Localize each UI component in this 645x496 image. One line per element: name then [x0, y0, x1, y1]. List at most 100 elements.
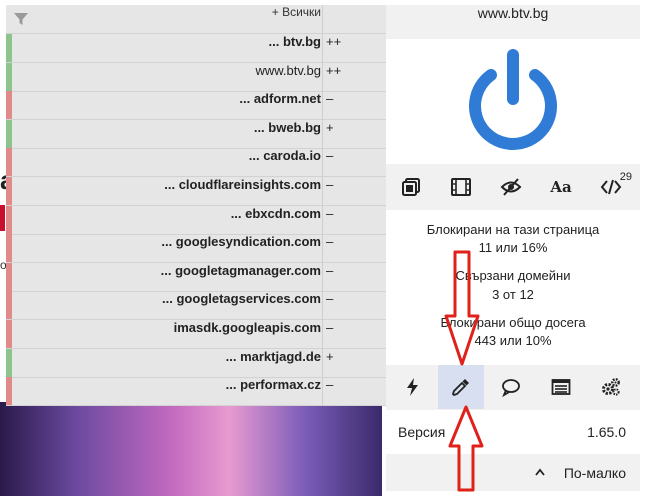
allowed-indicator [6, 348, 12, 377]
show-less-button[interactable]: По-малко [386, 455, 640, 491]
allowed-indicator [6, 62, 12, 91]
popup-actions [386, 365, 640, 409]
gears-icon [602, 378, 620, 396]
allowed-indicator [6, 119, 12, 148]
domain-row[interactable]: ... btv.bg ++ [6, 34, 386, 63]
blocked-indicator [6, 91, 12, 120]
script-count-badge: 29 [619, 171, 632, 183]
blocking-stats: Блокирани на тази страница 11 или 16% Св… [386, 210, 640, 365]
domain-name: ... googlesyndication.com [161, 234, 321, 250]
domain-name: ... googletagmanager.com [160, 262, 321, 278]
domain-request-count: – [326, 291, 334, 307]
domain-request-count: – [326, 377, 334, 393]
chevron-up-icon [535, 468, 545, 476]
domain-name: ... performax.cz [225, 377, 321, 393]
popup-block-toggle[interactable] [386, 167, 436, 207]
power-icon[interactable] [463, 47, 563, 157]
domain-name: www.btv.bg [255, 62, 321, 78]
domain-name: ... caroda.io [248, 148, 321, 164]
per-site-tools: Aa 29 [386, 167, 640, 207]
domain-name: ... bweb.bg [253, 119, 321, 135]
domain-name: ... cloudflareinsights.com [164, 177, 321, 192]
version-value: 1.65.0 [587, 424, 626, 440]
blocked-indicator [6, 320, 12, 348]
media-block-toggle[interactable] [436, 167, 486, 207]
domain-request-count: – [326, 148, 334, 164]
popup-main-panel: www.btv.bg Aa 29 Блокирани на тази стран… [386, 5, 640, 491]
domain-row[interactable]: imasdk.googleapis.com – [6, 320, 386, 349]
javascript-toggle[interactable]: 29 [586, 167, 636, 207]
blocked-indicator [6, 148, 12, 177]
blocked-indicator [6, 291, 12, 320]
filter-icon[interactable] [13, 11, 29, 27]
domain-request-count: + [326, 348, 334, 364]
domain-row[interactable]: ... googletagservices.com – [6, 291, 386, 321]
domain-name: ... ebxcdn.com [230, 205, 321, 221]
blocked-indicator [6, 262, 12, 291]
domain-row[interactable]: ... adform.net – [6, 91, 386, 121]
domain-request-count: + [326, 119, 334, 135]
show-less-label: По-малко [563, 465, 626, 481]
domain-request-count: – [326, 262, 334, 278]
domain-request-count: – [326, 205, 334, 221]
logger-button[interactable] [538, 365, 584, 409]
element-zapper-button[interactable] [390, 365, 436, 409]
domain-request-count: – [326, 234, 334, 250]
all-domains-label: + Всички [271, 5, 321, 19]
domain-name: ... marktjagd.de [225, 348, 321, 364]
dashboard-button[interactable] [588, 365, 634, 409]
domain-request-count: ++ [326, 62, 342, 78]
domain-request-count: ++ [326, 34, 342, 49]
remote-fonts-toggle[interactable]: Aa [536, 167, 586, 207]
column-divider [322, 5, 323, 405]
domain-header-row: + Всички [6, 5, 386, 34]
domain-row[interactable]: ... marktjagd.de + [6, 348, 386, 378]
annotation-arrow-down-icon [444, 250, 480, 366]
popup-block-icon [402, 178, 420, 196]
page-hostname: www.btv.bg [477, 5, 549, 21]
font-icon: Aa [550, 178, 572, 196]
blocked-indicator [6, 177, 12, 205]
list-icon [551, 379, 571, 395]
domain-request-count: – [326, 320, 334, 335]
domain-name: imasdk.googleapis.com [173, 320, 321, 335]
eye-slash-icon [500, 178, 522, 196]
version-row: Версия 1.65.0 [386, 410, 640, 454]
domain-row[interactable]: ... ebxcdn.com – [6, 205, 386, 235]
cosmetic-filter-toggle[interactable] [486, 167, 536, 207]
stat-value: 443 или 10% [474, 333, 552, 348]
chat-icon [502, 379, 520, 397]
domain-request-count: – [326, 177, 334, 192]
power-switch-area [386, 39, 640, 164]
domain-name: ... googletagservices.com [162, 291, 321, 307]
domain-filter-panel: + Всички ... btv.bg ++ www.btv.bg ++... adf… [6, 5, 386, 407]
annotation-arrow-up-icon [448, 405, 484, 492]
domain-row[interactable]: ... googlesyndication.com – [6, 234, 386, 264]
element-picker-button[interactable] [438, 365, 484, 409]
stat-label: Блокирани общо досега [440, 315, 586, 330]
domain-request-count: – [326, 91, 334, 107]
allowed-indicator [6, 34, 12, 62]
stat-value: 3 от 12 [492, 287, 534, 302]
domain-name: ... btv.bg [268, 34, 321, 49]
domain-name: ... adform.net [239, 91, 321, 107]
domain-row[interactable]: ... cloudflareinsights.com – [6, 177, 386, 206]
stat-label: Блокирани на тази страница [426, 222, 600, 237]
report-issue-button[interactable] [488, 365, 534, 409]
version-label: Версия [398, 424, 446, 440]
stat-value: 11 или 16% [478, 240, 548, 255]
domain-row[interactable]: ... performax.cz – [6, 377, 386, 407]
code-icon [600, 179, 622, 195]
domain-row[interactable]: ... caroda.io – [6, 148, 386, 178]
background-red-accent [0, 205, 5, 231]
stat-label: Свързани домейни [455, 268, 571, 283]
eyedropper-icon [451, 379, 469, 397]
blocked-indicator [6, 234, 12, 263]
blocked-indicator [6, 377, 12, 406]
domain-row[interactable]: www.btv.bg ++ [6, 62, 386, 92]
background-photo [0, 402, 382, 496]
lightning-icon [407, 378, 418, 396]
blocked-indicator [6, 205, 12, 234]
domain-row[interactable]: ... bweb.bg + [6, 119, 386, 149]
domain-row[interactable]: ... googletagmanager.com – [6, 262, 386, 292]
